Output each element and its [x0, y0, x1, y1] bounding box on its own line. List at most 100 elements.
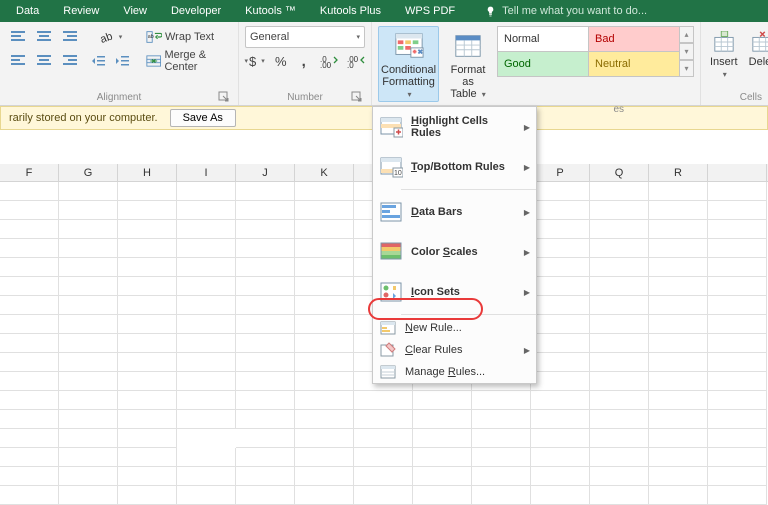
increase-indent-button[interactable]: [112, 50, 134, 72]
grid-cell[interactable]: [0, 391, 59, 410]
grid-cell[interactable]: [354, 448, 413, 467]
grid-cell[interactable]: [118, 334, 177, 353]
grid-cell[interactable]: [118, 372, 177, 391]
grid-cell[interactable]: [472, 429, 531, 448]
grid-cell[interactable]: [118, 429, 177, 448]
grid-cell[interactable]: [118, 220, 177, 239]
grid-cell[interactable]: [59, 182, 118, 201]
grid-cell[interactable]: [295, 334, 354, 353]
grid-cell[interactable]: [649, 220, 708, 239]
grid-cell[interactable]: [177, 201, 236, 220]
grid-cell[interactable]: [531, 201, 590, 220]
grid-cell[interactable]: [59, 239, 118, 258]
grid-cell[interactable]: [118, 391, 177, 410]
grid-cell[interactable]: [295, 410, 354, 429]
grid-cell[interactable]: [177, 315, 236, 334]
save-as-button[interactable]: Save As: [170, 109, 236, 127]
grid-cell[interactable]: [0, 448, 59, 467]
grid-cell[interactable]: [590, 410, 649, 429]
grid-cell[interactable]: [59, 467, 118, 486]
grid-cell[interactable]: [354, 410, 413, 429]
grid-cell[interactable]: [590, 353, 649, 372]
grid-cell[interactable]: [236, 410, 295, 429]
cf-data-bars[interactable]: Data Bars ▶: [373, 192, 536, 232]
grid-cell[interactable]: [354, 429, 413, 448]
grid-cell[interactable]: [295, 315, 354, 334]
grid-cell[interactable]: [236, 315, 295, 334]
col-header[interactable]: P: [531, 164, 590, 181]
tab-view[interactable]: View: [111, 0, 159, 22]
grid-cell[interactable]: [0, 201, 59, 220]
grid-cell[interactable]: [295, 467, 354, 486]
grid-cell[interactable]: [236, 220, 295, 239]
orientation-button[interactable]: ab▾: [88, 26, 134, 48]
grid-cell[interactable]: [295, 391, 354, 410]
align-left-button[interactable]: [6, 50, 30, 72]
tab-data[interactable]: Data: [4, 0, 51, 22]
grid-cell[interactable]: [413, 448, 472, 467]
grid-cell[interactable]: [590, 486, 649, 505]
align-right-button[interactable]: [58, 50, 82, 72]
grid-cell[interactable]: [531, 296, 590, 315]
style-bad[interactable]: Bad: [589, 27, 679, 51]
grid-cell[interactable]: [0, 182, 59, 201]
wrap-text-button[interactable]: ab Wrap Text: [142, 26, 252, 48]
grid-cell[interactable]: [295, 296, 354, 315]
grid-cell[interactable]: [59, 258, 118, 277]
grid-cell[interactable]: [649, 201, 708, 220]
grid-cell[interactable]: [236, 429, 295, 448]
grid-cell[interactable]: [708, 277, 767, 296]
grid-cell[interactable]: [59, 429, 118, 448]
grid-cell[interactable]: [236, 448, 295, 467]
grid-cell[interactable]: [708, 486, 767, 505]
grid-cell[interactable]: [118, 258, 177, 277]
grid-cell[interactable]: [295, 486, 354, 505]
col-header[interactable]: J: [236, 164, 295, 181]
col-header[interactable]: R: [649, 164, 708, 181]
grid-cell[interactable]: [472, 410, 531, 429]
grid-cell[interactable]: [118, 277, 177, 296]
grid-cell[interactable]: [236, 296, 295, 315]
grid-cell[interactable]: [708, 296, 767, 315]
grid-cell[interactable]: [472, 467, 531, 486]
grid-cell[interactable]: [531, 410, 590, 429]
grid-cell[interactable]: [708, 258, 767, 277]
grid-cell[interactable]: [413, 410, 472, 429]
grid-cell[interactable]: [177, 239, 236, 258]
grid-cell[interactable]: [708, 448, 767, 467]
comma-format-button[interactable]: ,: [293, 50, 315, 72]
grid-cell[interactable]: [649, 448, 708, 467]
grid-cell[interactable]: [531, 353, 590, 372]
grid-cell[interactable]: [236, 258, 295, 277]
grid-cell[interactable]: [649, 315, 708, 334]
tab-kutools-plus[interactable]: Kutools Plus: [308, 0, 393, 22]
grid-cell[interactable]: [177, 182, 236, 201]
grid-cell[interactable]: [295, 372, 354, 391]
grid-cell[interactable]: [590, 296, 649, 315]
grid-cell[interactable]: [708, 334, 767, 353]
grid-cell[interactable]: [590, 448, 649, 467]
grid-cell[interactable]: [295, 220, 354, 239]
grid-cell[interactable]: [236, 239, 295, 258]
grid-cell[interactable]: [590, 467, 649, 486]
grid-cell[interactable]: [118, 353, 177, 372]
grid-cell[interactable]: [118, 410, 177, 429]
grid-cell[interactable]: [295, 353, 354, 372]
grid-cell[interactable]: [590, 182, 649, 201]
grid-cell[interactable]: [708, 353, 767, 372]
grid-cell[interactable]: [590, 277, 649, 296]
grid-cell[interactable]: [590, 201, 649, 220]
grid-cell[interactable]: [590, 258, 649, 277]
col-header[interactable]: Q: [590, 164, 649, 181]
cf-new-rule[interactable]: New Rule...: [373, 317, 536, 339]
grid-cell[interactable]: [177, 372, 236, 391]
grid-cell[interactable]: [118, 448, 177, 467]
align-center-button[interactable]: [32, 50, 56, 72]
grid-cell[interactable]: [0, 277, 59, 296]
grid-cell[interactable]: [0, 296, 59, 315]
grid-cell[interactable]: [531, 315, 590, 334]
grid-cell[interactable]: [177, 391, 236, 410]
grid-cell[interactable]: [59, 391, 118, 410]
grid-cell[interactable]: [472, 486, 531, 505]
grid-cell[interactable]: [531, 277, 590, 296]
